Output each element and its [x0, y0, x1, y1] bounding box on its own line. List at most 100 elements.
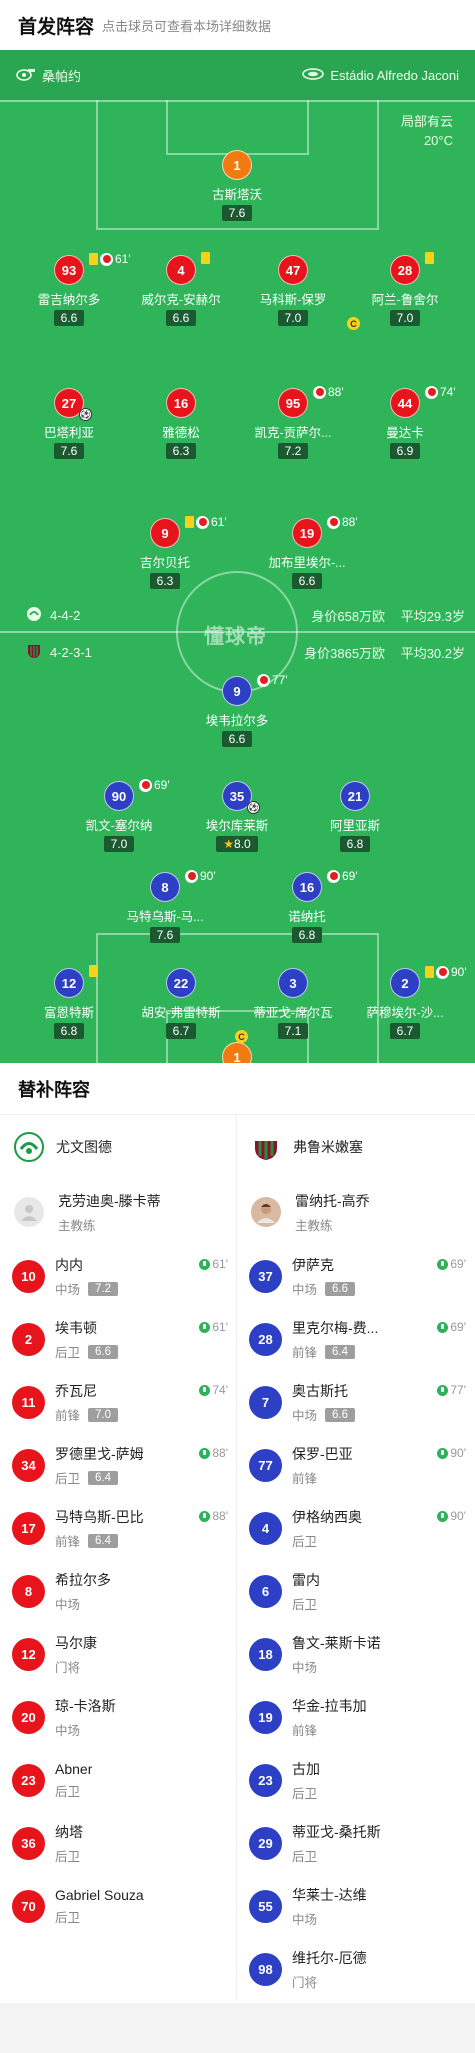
sub-player-row[interactable]: 29 蒂亚戈-桑托斯 后卫 [237, 1812, 474, 1875]
player-marker[interactable]: 95 88' 凯克-贡萨尔... 7.2 [238, 385, 348, 460]
sub-player-row[interactable]: 23 古加 后卫 [237, 1749, 474, 1812]
sub-on-icon [437, 1384, 449, 1396]
sub-on-icon [199, 1447, 211, 1459]
player-marker[interactable]: 35 ⚽ 埃尔库莱斯 ★8.0 [182, 781, 292, 853]
player-marker[interactable]: 1法比奥6.4 [182, 1042, 292, 1063]
stadium-name: Estádio Alfredo Jaconi [330, 67, 459, 83]
sub-player-row[interactable]: 17 马特乌斯-巴比 前锋 6.4 88' [0, 1497, 236, 1560]
yellow-card-icon [185, 516, 194, 528]
player-marker[interactable]: 16 雅德松 6.3 [126, 388, 236, 460]
away-formation: 4-2-3-1 [50, 644, 92, 660]
jersey-number: 21 [340, 781, 370, 811]
sub-on-minute: 74' [212, 1383, 228, 1397]
sub-player-name: 华金-拉韦加 [292, 1698, 367, 1714]
player-marker[interactable]: 16 69' 诺纳托 6.8 [252, 869, 362, 944]
player-marker[interactable]: 90 69' 凯文-塞尔纳 7.0 [64, 778, 174, 853]
player-marker[interactable]: 93 61' 雷吉纳尔多 6.6 [14, 252, 131, 327]
sub-player-row[interactable]: 2 埃韦顿 后卫 6.6 61' [0, 1308, 236, 1371]
sub-off-icon [257, 673, 270, 687]
sub-player-row[interactable]: 10 内内 中场 7.2 61' [0, 1245, 236, 1308]
star-icon: ★ [223, 837, 235, 851]
sub-player-row[interactable]: 11 乔瓦尼 前锋 7.0 74' [0, 1371, 236, 1434]
away-formation-row: 4-2-3-1 身价3865万欧 平均30.2岁 [26, 640, 465, 664]
player-marker[interactable]: 3 C 蒂亚戈-席尔瓦 7.1 [235, 968, 348, 1043]
player-marker[interactable]: 22 胡安-弗雷特斯 6.7 [126, 968, 236, 1040]
home-team-row[interactable]: 尤文图德 [0, 1115, 236, 1179]
player-marker[interactable]: 47 马科斯-保罗 7.0 [238, 255, 348, 327]
sub-player-row[interactable]: 4 伊格纳西奥 后卫 90' [237, 1497, 474, 1560]
jersey-number: 47 [278, 255, 308, 285]
bottom-spacer [0, 2003, 475, 2053]
sub-on-minute: 69' [450, 1320, 466, 1334]
goal-ball-icon: ⚽ [247, 801, 260, 814]
away-team-row[interactable]: 弗鲁米嫩塞 [237, 1115, 474, 1179]
sub-player-row[interactable]: 23 Abner 后卫 [0, 1749, 236, 1812]
player-rating: 7.6 [149, 927, 181, 943]
sub-player-row[interactable]: 37 伊萨克 中场 6.6 69' [237, 1245, 474, 1308]
whistle-icon [16, 67, 36, 84]
home-coach-row[interactable]: 克劳迪奥-滕卡蒂 主教练 [0, 1179, 236, 1245]
weather-temp: 20°C [423, 133, 453, 148]
player-marker[interactable]: 8 90' 马特乌斯-马... 7.6 [110, 869, 220, 944]
sub-player-row[interactable]: 55 华莱士-达维 中场 [237, 1875, 474, 1938]
player-marker[interactable]: 2 90' 萨穆埃尔-沙... 6.7 [350, 965, 467, 1040]
player-marker[interactable]: 12 富恩特斯 6.8 [14, 965, 124, 1040]
sub-player-row[interactable]: 34 罗德里戈-萨姆 后卫 6.4 88' [0, 1434, 236, 1497]
sub-jersey-number: 36 [12, 1827, 45, 1860]
sub-player-row[interactable]: 19 华金-拉韦加 前锋 [237, 1686, 474, 1749]
jersey-number: 16 [166, 388, 196, 418]
sub-player-row[interactable]: 20 琼-卡洛斯 中场 [0, 1686, 236, 1749]
away-coach-row[interactable]: 雷纳托-高乔 主教练 [237, 1179, 474, 1245]
away-team-icon [26, 643, 42, 662]
sub-jersey-number: 8 [12, 1575, 45, 1608]
yellow-card-icon [425, 966, 434, 978]
sub-player-row[interactable]: 98 维托尔-厄德 门将 [237, 1938, 474, 2001]
player-marker[interactable]: 21 阿里亚斯 6.8 [300, 781, 410, 853]
sub-player-row[interactable]: 12 马尔康 门将 [0, 1623, 236, 1686]
jersey-number: 95 [278, 388, 308, 418]
sub-player-name: 马特乌斯-巴比 [55, 1509, 144, 1525]
sub-jersey-number: 28 [249, 1323, 282, 1356]
sub-player-name: 埃韦顿 [55, 1320, 97, 1336]
player-marker[interactable]: 19 88' 加布里埃尔-... 6.6 [252, 515, 362, 590]
sub-off-icon [425, 385, 438, 399]
sub-off-icon [327, 515, 340, 529]
rating-value: 7.0 [396, 311, 414, 325]
player-name: 巴塔利亚 [43, 426, 94, 440]
sub-player-row[interactable]: 36 纳塔 后卫 [0, 1812, 236, 1875]
sub-player-rating: 6.6 [325, 1407, 356, 1422]
jersey-number: 2 [390, 968, 420, 998]
sub-player-row[interactable]: 70 Gabriel Souza 后卫 [0, 1875, 236, 1938]
player-marker[interactable]: 4 威尔克-安赫尔 6.6 [126, 252, 236, 327]
player-name: 蒂亚戈-席尔瓦 [253, 1006, 333, 1020]
player-name: 阿兰-鲁舍尔 [371, 293, 439, 307]
player-marker[interactable]: 9 61' 吉尔贝托 6.3 [110, 515, 227, 590]
sub-player-name: 伊萨克 [292, 1257, 334, 1273]
player-marker[interactable]: 1 古斯塔沃 7.6 [182, 150, 292, 222]
yellow-card-icon [89, 253, 98, 265]
sub-player-row[interactable]: 28 里克尔梅-费... 前锋 6.4 69' [237, 1308, 474, 1371]
sub-player-position: 前锋 [55, 1535, 81, 1549]
sub-off-icon [100, 252, 113, 266]
player-marker[interactable]: 28 C 阿兰-鲁舍尔 7.0 [347, 252, 460, 330]
sub-player-position: 中场 [292, 1913, 318, 1927]
rating-value: 7.6 [156, 928, 174, 942]
rating-value: 6.3 [156, 574, 174, 588]
rating-value: 6.7 [172, 1024, 190, 1038]
sub-player-rating: 6.4 [325, 1344, 356, 1359]
player-marker[interactable]: 44 74' 曼达卡 6.9 [350, 385, 460, 460]
sub-player-row[interactable]: 7 奥古斯托 中场 6.6 77' [237, 1371, 474, 1434]
jersey-number: 3 [278, 968, 308, 998]
player-marker[interactable]: 27 ⚽ 巴塔利亚 7.6 [14, 388, 124, 460]
sub-player-name: 内内 [55, 1257, 83, 1273]
sub-jersey-number: 19 [249, 1701, 282, 1734]
sub-player-row[interactable]: 18 鲁文-莱斯卡诺 中场 [237, 1623, 474, 1686]
sub-player-name: 乔瓦尼 [55, 1383, 97, 1399]
sub-jersey-number: 11 [12, 1386, 45, 1419]
player-marker[interactable]: 9 77' 埃韦拉尔多 6.6 [182, 673, 292, 748]
sub-player-row[interactable]: 8 希拉尔多 中场 [0, 1560, 236, 1623]
home-team-icon [26, 606, 42, 625]
sub-player-row[interactable]: 77 保罗-巴亚 前锋 90' [237, 1434, 474, 1497]
sub-jersey-number: 29 [249, 1827, 282, 1860]
sub-player-row[interactable]: 6 雷内 后卫 [237, 1560, 474, 1623]
